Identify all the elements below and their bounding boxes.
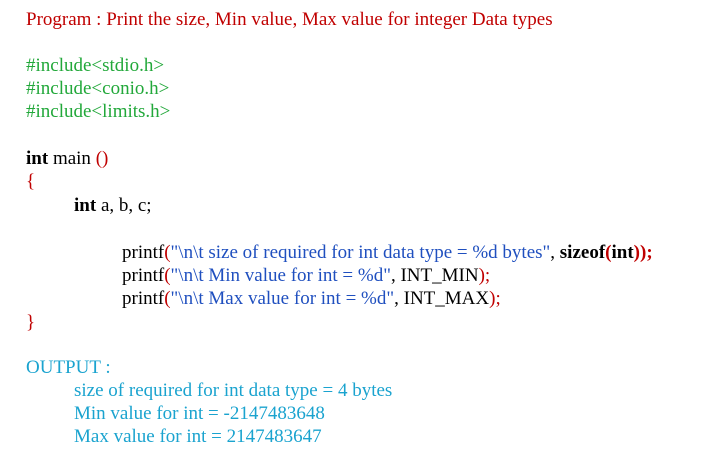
printf-format-string: "\n\t Min value for int = %d" [170, 265, 391, 286]
printf-format-string: "\n\t size of required for int data type… [170, 242, 551, 263]
sizeof-arg: int [611, 242, 634, 263]
output-line-min: Min value for int = -2147483648 [74, 403, 325, 424]
printf-fn: printf [122, 265, 165, 286]
main-function-name: main [48, 148, 96, 169]
include-stdio: #include<stdio.h> [26, 55, 165, 76]
sizeof-close-parens: )) [633, 242, 647, 263]
decl-vars: a, b, c; [96, 195, 152, 216]
printf-comma: , [394, 288, 404, 309]
printf-size-line: printf("\n\t size of required for int da… [122, 242, 653, 264]
variable-declaration: int a, b, c; [74, 195, 152, 217]
program-title: Program : Print the size, Min value, Max… [26, 9, 553, 30]
output-line-size: size of required for int data type = 4 b… [74, 380, 393, 401]
main-return-keyword: int [26, 148, 49, 169]
printf-fn: printf [122, 242, 165, 263]
output-line-max: Max value for int = 2147483647 [74, 426, 322, 447]
printf-min-line: printf("\n\t Min value for int = %d", IN… [122, 265, 490, 287]
printf-format-string: "\n\t Max value for int = %d" [170, 288, 395, 309]
printf-close: ); [478, 265, 491, 286]
int-max-constant: INT_MAX [403, 288, 490, 309]
open-brace: { [26, 171, 36, 192]
main-signature: int main () [26, 148, 108, 170]
sizeof-keyword: sizeof [559, 242, 606, 263]
printf-close: ); [489, 288, 501, 309]
printf-semicolon: ; [646, 242, 653, 263]
close-brace: } [26, 312, 36, 333]
include-limits: #include<limits.h> [26, 101, 171, 122]
printf-comma: , [550, 242, 560, 263]
printf-fn: printf [122, 288, 165, 309]
printf-max-line: printf("\n\t Max value for int = %d", IN… [122, 288, 501, 310]
include-conio: #include<conio.h> [26, 78, 170, 99]
output-label: OUTPUT : [26, 357, 111, 378]
int-min-constant: INT_MIN [400, 265, 479, 286]
main-parens: () [95, 148, 109, 169]
decl-keyword: int [74, 195, 97, 216]
